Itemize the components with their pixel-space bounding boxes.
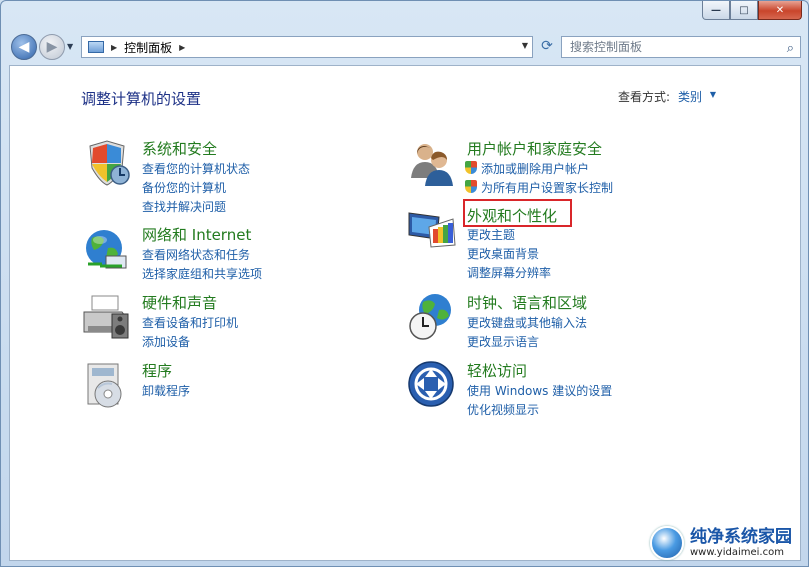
programs-icon — [87, 363, 122, 408]
watermark-url: www.yidaimei.com — [690, 546, 784, 558]
recent-pages-dropdown[interactable]: ▼ — [67, 42, 73, 51]
minimize-button[interactable]: — — [702, 1, 730, 20]
page-title: 调整计算机的设置 — [81, 90, 202, 108]
breadcrumb-control-panel[interactable]: 控制面板 — [124, 39, 172, 56]
link-desktop-background[interactable]: 更改桌面背景 — [467, 245, 539, 262]
arrow-right-icon: ▶ — [46, 39, 58, 55]
maximize-button[interactable]: □ — [730, 1, 758, 20]
search-placeholder: 搜索控制面板 — [570, 40, 643, 54]
watermark-name: 纯净系统家园 — [690, 526, 792, 547]
link-change-theme[interactable]: 更改主题 — [467, 226, 515, 243]
address-dropdown-icon[interactable]: ▼ — [522, 41, 528, 50]
category-title[interactable]: 硬件和声音 — [142, 292, 217, 313]
watermark: 纯净系统家园 www.yidaimei.com — [650, 526, 792, 560]
clock-globe-icon — [409, 294, 451, 340]
link-uninstall-program[interactable]: 卸载程序 — [142, 382, 190, 399]
globe-network-icon — [86, 230, 127, 269]
chevron-down-icon: ▼ — [67, 42, 74, 51]
link-troubleshoot[interactable]: 查找并解决问题 — [142, 198, 226, 215]
link-add-remove-accounts[interactable]: 添加或删除用户帐户 — [481, 160, 589, 177]
users-icon — [411, 144, 453, 186]
forward-button[interactable]: ▶ — [39, 34, 65, 60]
link-homegroup[interactable]: 选择家庭组和共享选项 — [142, 265, 262, 282]
breadcrumb-separator-icon[interactable]: ▶ — [179, 43, 185, 52]
refresh-icon: ⟳ — [541, 38, 553, 54]
close-button[interactable]: ✕ — [758, 1, 802, 20]
link-network-status[interactable]: 查看网络状态和任务 — [142, 246, 250, 263]
link-backup-computer[interactable]: 备份您的计算机 — [142, 179, 226, 196]
link-optimize-visual-display[interactable]: 优化视频显示 — [467, 401, 539, 418]
link-view-computer-status[interactable]: 查看您的计算机状态 — [142, 160, 250, 177]
caption-buttons: — □ ✕ — [702, 1, 802, 20]
category-title[interactable]: 程序 — [142, 360, 172, 381]
search-input[interactable]: 搜索控制面板 ⌕ — [561, 36, 801, 58]
shield-icon — [89, 140, 130, 186]
uac-shield-icon — [465, 180, 477, 193]
view-by-chevron-icon[interactable]: ▼ — [710, 90, 716, 99]
highlight-box — [463, 199, 572, 227]
control-panel-icon — [88, 41, 104, 53]
address-bar[interactable]: ▶ 控制面板 ▶ ▼ — [81, 36, 533, 58]
link-add-device[interactable]: 添加设备 — [142, 333, 190, 350]
refresh-button[interactable]: ⟳ — [537, 38, 557, 54]
category-title[interactable]: 网络和 Internet — [142, 224, 251, 245]
printer-icon — [83, 295, 129, 339]
content-pane: 调整计算机的设置 查看方式: 类别 ▼ 系统和安全 查看您的计算机状态 备份您的… — [9, 65, 801, 561]
link-recommended-settings[interactable]: 使用 Windows 建议的设置 — [467, 382, 612, 399]
ease-of-access-icon — [408, 361, 454, 407]
watermark-logo-icon — [650, 526, 684, 560]
back-button[interactable]: ◀ — [11, 34, 37, 60]
arrow-left-icon: ◀ — [18, 39, 30, 55]
link-change-keyboard[interactable]: 更改键盘或其他输入法 — [467, 314, 587, 331]
navigation-toolbar: ◀ ▶ ▼ ▶ 控制面板 ▶ ▼ ⟳ 搜索控制面板 ⌕ — [9, 29, 801, 65]
control-panel-window: — □ ✕ ◀ ▶ ▼ ▶ 控制面板 ▶ ▼ ⟳ 搜索控制面板 ⌕ 调整计算机的… — [0, 0, 809, 567]
search-icon[interactable]: ⌕ — [787, 39, 794, 59]
uac-shield-icon — [465, 161, 477, 174]
category-title[interactable]: 用户帐户和家庭安全 — [467, 138, 602, 159]
category-title[interactable]: 时钟、语言和区域 — [467, 292, 587, 313]
view-by-label: 查看方式: — [617, 90, 670, 104]
link-change-display-language[interactable]: 更改显示语言 — [467, 333, 539, 350]
link-screen-resolution[interactable]: 调整屏幕分辨率 — [467, 264, 551, 281]
link-parental-controls[interactable]: 为所有用户设置家长控制 — [481, 179, 613, 196]
view-by-dropdown[interactable]: 类别 — [678, 88, 702, 105]
link-devices-printers[interactable]: 查看设备和打印机 — [142, 314, 238, 331]
breadcrumb-separator-icon[interactable]: ▶ — [111, 43, 117, 52]
monitor-paint-icon — [408, 212, 456, 248]
category-title[interactable]: 轻松访问 — [467, 360, 527, 381]
category-title[interactable]: 系统和安全 — [142, 138, 217, 159]
